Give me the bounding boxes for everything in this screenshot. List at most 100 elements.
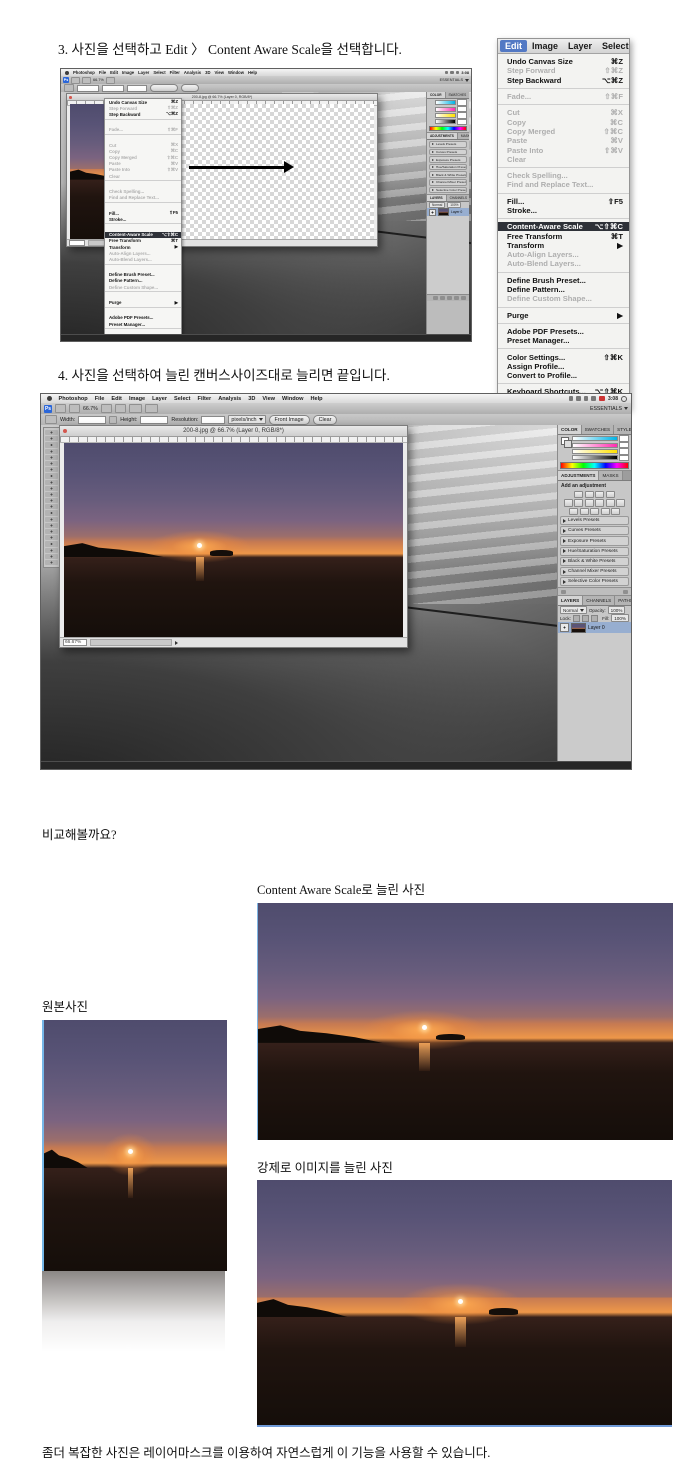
adjustment-icon[interactable] — [595, 499, 604, 507]
menu-item[interactable]: Find and Replace Text... — [498, 180, 629, 189]
adjustment-icon[interactable] — [616, 499, 625, 507]
menubar-item[interactable]: Image — [120, 70, 136, 75]
menubar-item[interactable]: Help — [307, 396, 326, 402]
menu-item[interactable]: Check Spelling... — [498, 171, 629, 180]
opacity-select[interactable]: 100% — [447, 202, 461, 209]
preset-row[interactable]: Curves Presets — [429, 149, 467, 156]
magenta-slider[interactable] — [572, 443, 618, 448]
document-titlebar[interactable]: 200-8.jpg @ 66.7% (Layer 0, RGB/8*) — [60, 426, 407, 437]
panel-tab[interactable]: COLOR — [558, 425, 582, 434]
tool-icon[interactable] — [45, 548, 58, 553]
adjustment-icon[interactable] — [585, 499, 594, 507]
layer-row[interactable]: Layer 0 — [558, 622, 631, 633]
view-extras-icon[interactable] — [82, 77, 91, 84]
layer-row[interactable]: Layer 0 — [427, 208, 469, 216]
status-zoom-field[interactable]: 66.67% — [63, 639, 87, 647]
menubar-item[interactable]: Analysis — [182, 70, 203, 75]
workspace-switcher[interactable]: ESSENTIALS — [440, 78, 469, 82]
tool-icon[interactable] — [45, 467, 58, 472]
menu-item[interactable] — [498, 272, 629, 273]
menu-item[interactable] — [498, 307, 629, 308]
tool-icon[interactable] — [45, 510, 58, 515]
add-mask-icon[interactable] — [447, 296, 452, 301]
menu-item[interactable]: Fill...⇧F5 — [498, 197, 629, 206]
black-slider[interactable] — [435, 119, 456, 124]
resolution-field[interactable] — [201, 416, 225, 424]
tool-icon[interactable] — [45, 486, 58, 491]
new-layer-icon[interactable] — [454, 296, 459, 301]
panel-tab[interactable]: LAYERS — [558, 596, 583, 605]
adjustment-icon[interactable] — [590, 508, 599, 516]
color-spectrum-bar[interactable] — [429, 126, 467, 132]
bridge-icon[interactable] — [71, 77, 80, 84]
panel-tab[interactable]: CHANNELS — [583, 596, 615, 605]
expanded-view-icon[interactable] — [623, 590, 628, 595]
menubar-item[interactable]: Photoshop — [71, 70, 97, 75]
menu-item[interactable]: Define Custom Shape... — [105, 284, 181, 290]
menu-item[interactable] — [105, 223, 181, 230]
menu-item[interactable]: Convert to Profile... — [498, 371, 629, 380]
panel-tab[interactable]: MASKS — [458, 133, 469, 139]
menu-item[interactable]: Copy⌘C — [498, 117, 629, 126]
black-value[interactable] — [619, 455, 629, 462]
menu-item[interactable]: Step Backward⌥⌘Z — [105, 111, 181, 117]
menu-item[interactable] — [105, 307, 181, 314]
menu-item[interactable] — [105, 202, 181, 209]
menubar-item[interactable]: Filter — [168, 70, 182, 75]
preset-row[interactable]: Curves Presets — [560, 526, 629, 535]
tool-icon[interactable] — [45, 449, 58, 454]
menu-item[interactable] — [105, 119, 181, 126]
blend-mode-select[interactable]: Normal — [560, 606, 587, 614]
menubar-item[interactable]: Help — [246, 70, 259, 75]
menu-item[interactable]: Stroke... — [105, 216, 181, 222]
menu-item[interactable]: Adobe PDF Presets... — [498, 327, 629, 336]
resolution-field[interactable] — [127, 85, 147, 92]
height-field[interactable] — [140, 416, 168, 424]
menu-item[interactable] — [498, 323, 629, 324]
menu-item[interactable]: Copy Merged⇧⌘C — [498, 127, 629, 136]
layer-visibility-icon[interactable] — [429, 209, 436, 216]
menubar-item[interactable]: Photoshop — [55, 396, 91, 402]
menu-item[interactable] — [498, 104, 629, 105]
yellow-slider[interactable] — [435, 113, 456, 118]
menubar-item[interactable]: Select — [171, 396, 194, 402]
menu-item[interactable]: Auto-Blend Layers... — [498, 259, 629, 268]
zoom-level[interactable]: 66.7% — [93, 78, 104, 82]
menu-item[interactable]: Paste⌘V — [498, 136, 629, 145]
preset-row[interactable]: Selective Color Presets — [429, 187, 467, 194]
tool-icon[interactable] — [45, 492, 58, 497]
tool-icon[interactable] — [45, 455, 58, 460]
tool-icon[interactable] — [45, 541, 58, 546]
menu-item[interactable]: Preset Manager... — [105, 321, 181, 327]
menu-item[interactable]: Preset Manager... — [498, 336, 629, 345]
status-menu-icon[interactable] — [175, 641, 178, 645]
tool-icon[interactable] — [45, 473, 58, 478]
menu-item[interactable]: Free Transform⌘T — [498, 231, 629, 240]
preset-row[interactable]: Levels Presets — [429, 141, 467, 148]
menu-item[interactable] — [105, 180, 181, 187]
width-field[interactable] — [77, 85, 99, 92]
adjustment-icon[interactable] — [574, 499, 583, 507]
zoom-level[interactable]: 66.7% — [83, 406, 98, 412]
adjustment-icon[interactable] — [585, 491, 594, 499]
panel-tab[interactable]: SWATCHES — [446, 92, 469, 98]
menubar-item[interactable]: 3D — [203, 70, 212, 75]
panel-tab[interactable]: MASKS — [599, 471, 622, 480]
menubar-item[interactable]: Image — [125, 396, 148, 402]
tool-icon[interactable] — [45, 430, 58, 435]
menubar-item[interactable]: Edit — [500, 40, 527, 52]
adjustment-icon[interactable] — [574, 491, 583, 499]
tool-icon[interactable] — [45, 535, 58, 540]
adjustment-icon[interactable] — [580, 508, 589, 516]
menu-item[interactable] — [105, 264, 181, 271]
tool-icon[interactable] — [45, 436, 58, 441]
menu-item[interactable]: Purge▶ — [105, 299, 181, 305]
yellow-slider[interactable] — [572, 449, 618, 454]
panel-tab[interactable]: PATHS — [615, 596, 631, 605]
preset-row[interactable]: Hue/Saturation Presets — [560, 547, 629, 556]
menu-item[interactable]: Content-Aware Scale⌥⇧⌘C — [498, 222, 629, 231]
width-field[interactable] — [78, 416, 106, 424]
close-icon[interactable] — [69, 96, 72, 99]
tool-icon[interactable] — [45, 529, 58, 534]
tool-icon[interactable] — [45, 480, 58, 485]
